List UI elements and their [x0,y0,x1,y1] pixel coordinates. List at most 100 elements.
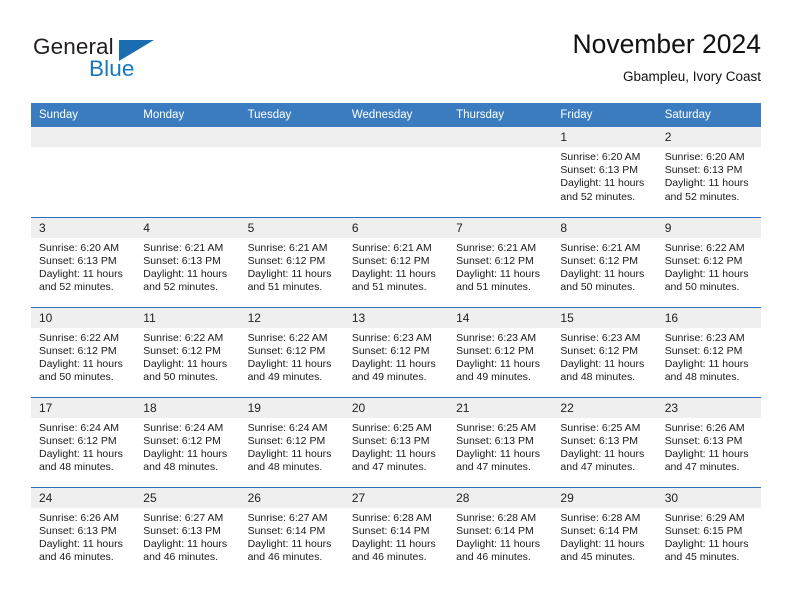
sunrise-time: Sunrise: 6:22 AM [39,331,119,344]
sunset-time: Sunset: 6:12 PM [664,344,743,357]
calendar-day-cell[interactable]: 8 Sunrise: 6:21 AM Sunset: 6:12 PM Daylight… [552,216,657,307]
daylight-duration: Daylight: 11 hours and 51 minutes. [247,267,332,294]
day-number [31,127,136,147]
sunset-time: Sunset: 6:12 PM [456,344,534,357]
day-details: Sunrise: 6:22 AM Sunset: 6:12 PM Daylight:… [240,328,344,385]
sunset-time: Sunset: 6:12 PM [247,434,326,447]
calendar-day-cell-empty [343,127,449,217]
calendar-page: General Blue November 2024 Gbampleu, Ivo… [0,0,792,612]
calendar-day-cell[interactable]: 5 Sunrise: 6:21 AM Sunset: 6:12 PM Daylight… [239,216,344,307]
sunrise-time: Sunrise: 6:21 AM [560,241,641,254]
calendar-day-cell[interactable]: 20 Sunrise: 6:25 AM Sunset: 6:13 PM Dayligh… [343,396,449,487]
daylight-duration: Daylight: 11 hours and 52 minutes. [560,177,645,203]
sunset-time: Sunset: 6:12 PM [560,254,639,267]
calendar-day-cell[interactable]: 25 Sunrise: 6:27 AM Sunset: 6:13 PM Dayligh… [135,486,240,577]
day-number: 2 [656,127,761,147]
sunrise-time: Sunrise: 6:23 AM [664,331,745,344]
day-number: 24 [31,487,136,508]
sunrise-time: Sunrise: 6:28 AM [351,511,432,524]
day-number: 14 [448,307,553,328]
calendar-header-row: Sunday Monday Tuesday Wednesday Thursday Frid… [31,103,761,127]
day-number [448,127,553,147]
day-number: 15 [552,307,657,328]
sunset-time: Sunset: 6:12 PM [351,254,430,267]
calendar-day-cell[interactable]: 29 Sunrise: 6:28 AM Sunset: 6:14 PM Dayligh… [552,486,657,577]
calendar-day-cell[interactable]: 2 Sunrise: 6:20 AM Sunset: 6:13 PM Daylight… [656,127,761,217]
calendar-day-cell[interactable]: 3 Sunrise: 6:20 AM Sunset: 6:13 PM Daylight… [31,216,136,307]
day-number: 6 [343,217,449,238]
daylight-duration: Daylight: 11 hours and 52 minutes. [664,177,749,203]
calendar-day-cell[interactable]: 28 Sunrise: 6:28 AM Sunset: 6:14 PM Dayligh… [448,486,553,577]
sunset-time: Sunset: 6:13 PM [39,254,117,267]
daylight-duration: Daylight: 11 hours and 50 minutes. [560,267,645,294]
calendar-body: 1 Sunrise: 6:20 AM Sunset: 6:13 PM Daylight… [31,127,761,577]
calendar-day-cell-empty [135,127,240,217]
daylight-duration: Daylight: 11 hours and 50 minutes. [143,357,228,384]
calendar-day-cell-empty [448,127,553,217]
weekday-header-saturday: Saturday [656,103,761,127]
calendar-day-cell[interactable]: 23 Sunrise: 6:26 AM Sunset: 6:13 PM Dayligh… [656,396,761,487]
day-number: 21 [448,397,553,418]
day-number: 28 [448,487,553,508]
calendar-day-cell[interactable]: 10 Sunrise: 6:22 AM Sunset: 6:12 PM Dayligh… [31,306,136,397]
calendar-day-cell[interactable]: 4 Sunrise: 6:21 AM Sunset: 6:13 PM Daylight… [135,216,240,307]
calendar-day-cell[interactable]: 15 Sunrise: 6:23 AM Sunset: 6:12 PM Dayligh… [552,306,657,397]
calendar-day-cell[interactable]: 6 Sunrise: 6:21 AM Sunset: 6:12 PM Daylight… [343,216,449,307]
calendar-day-cell[interactable]: 9 Sunrise: 6:22 AM Sunset: 6:12 PM Daylight… [656,216,761,307]
day-number: 10 [31,307,136,328]
daylight-duration: Daylight: 11 hours and 49 minutes. [247,357,332,384]
daylight-duration: Daylight: 11 hours and 52 minutes. [39,267,123,294]
calendar-day-cell[interactable]: 24 Sunrise: 6:26 AM Sunset: 6:13 PM Dayligh… [31,486,136,577]
day-details: Sunrise: 6:23 AM Sunset: 6:12 PM Daylight:… [448,328,552,385]
sunrise-time: Sunrise: 6:25 AM [456,421,537,434]
calendar-day-cell-empty [31,127,136,217]
sunset-time: Sunset: 6:13 PM [39,524,117,537]
calendar-day-cell[interactable]: 13 Sunrise: 6:23 AM Sunset: 6:12 PM Dayligh… [343,306,449,397]
calendar-day-cell[interactable]: 30 Sunrise: 6:29 AM Sunset: 6:15 PM Dayligh… [656,486,761,577]
calendar-day-cell[interactable]: 14 Sunrise: 6:23 AM Sunset: 6:12 PM Dayligh… [448,306,553,397]
day-details: Sunrise: 6:28 AM Sunset: 6:14 PM Daylight:… [344,508,448,565]
day-number: 29 [552,487,657,508]
calendar-day-cell[interactable]: 11 Sunrise: 6:22 AM Sunset: 6:12 PM Dayligh… [135,306,240,397]
calendar-day-cell[interactable]: 17 Sunrise: 6:24 AM Sunset: 6:12 PM Dayligh… [31,396,136,487]
calendar-day-cell[interactable]: 18 Sunrise: 6:24 AM Sunset: 6:12 PM Dayligh… [135,396,240,487]
calendar-day-cell[interactable]: 19 Sunrise: 6:24 AM Sunset: 6:12 PM Dayligh… [239,396,344,487]
sunrise-time: Sunrise: 6:20 AM [560,151,641,163]
sunrise-time: Sunrise: 6:21 AM [247,241,328,254]
day-number [239,127,344,147]
day-number: 20 [343,397,449,418]
day-number: 4 [135,217,240,238]
calendar-day-cell[interactable]: 21 Sunrise: 6:25 AM Sunset: 6:13 PM Dayligh… [448,396,553,487]
calendar-day-cell[interactable]: 27 Sunrise: 6:28 AM Sunset: 6:14 PM Dayligh… [343,486,449,577]
calendar-day-cell[interactable]: 26 Sunrise: 6:27 AM Sunset: 6:14 PM Dayligh… [239,486,344,577]
weekday-header-wednesday: Wednesday [343,103,449,127]
calendar-day-cell[interactable]: 22 Sunrise: 6:25 AM Sunset: 6:13 PM Dayligh… [552,396,657,487]
weekday-header-row: Sunday Monday Tuesday Wednesday Thursday Frid… [31,103,761,127]
sunrise-time: Sunrise: 6:26 AM [664,421,745,434]
sunrise-time: Sunrise: 6:28 AM [560,511,641,524]
daylight-duration: Daylight: 11 hours and 47 minutes. [456,447,540,474]
general-blue-logo[interactable]: General Blue [31,34,251,90]
daylight-duration: Daylight: 11 hours and 51 minutes. [351,267,436,294]
day-details: Sunrise: 6:27 AM Sunset: 6:13 PM Daylight:… [135,508,239,565]
logo-text-blue: Blue [89,56,135,81]
day-details: Sunrise: 6:22 AM Sunset: 6:12 PM Daylight:… [135,328,239,385]
calendar-day-cell[interactable]: 12 Sunrise: 6:22 AM Sunset: 6:12 PM Dayligh… [239,306,344,397]
sunset-time: Sunset: 6:12 PM [247,254,326,267]
day-number: 9 [656,217,761,238]
sunset-time: Sunset: 6:14 PM [351,524,430,537]
day-details: Sunrise: 6:20 AM Sunset: 6:13 PM Daylight:… [552,147,656,204]
sunset-time: Sunset: 6:13 PM [664,434,743,447]
daylight-duration: Daylight: 11 hours and 49 minutes. [456,357,540,384]
weekday-header-tuesday: Tuesday [239,103,344,127]
sunrise-time: Sunrise: 6:28 AM [456,511,537,524]
calendar-day-cell[interactable]: 7 Sunrise: 6:21 AM Sunset: 6:12 PM Daylight… [448,216,553,307]
day-details: Sunrise: 6:24 AM Sunset: 6:12 PM Daylight:… [135,418,239,475]
sunrise-time: Sunrise: 6:26 AM [39,511,119,524]
day-number: 16 [656,307,761,328]
daylight-duration: Daylight: 11 hours and 45 minutes. [664,537,749,564]
calendar-day-cell[interactable]: 16 Sunrise: 6:23 AM Sunset: 6:12 PM Dayligh… [656,306,761,397]
day-details: Sunrise: 6:21 AM Sunset: 6:12 PM Daylight:… [344,238,448,295]
calendar-day-cell[interactable]: 1 Sunrise: 6:20 AM Sunset: 6:13 PM Daylight… [552,127,657,217]
day-details: Sunrise: 6:24 AM Sunset: 6:12 PM Daylight:… [240,418,344,475]
